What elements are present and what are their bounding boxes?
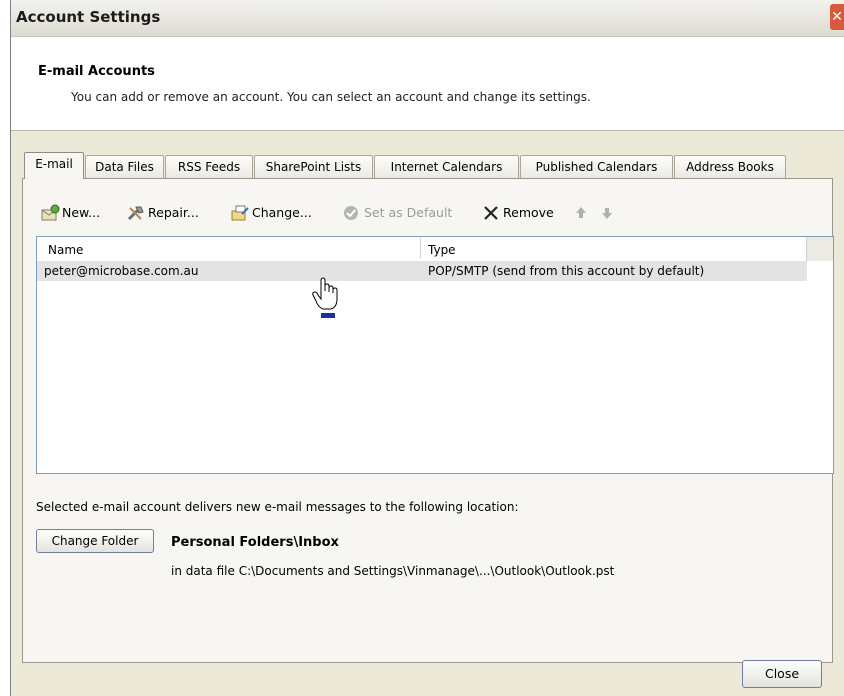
tab-address-books[interactable]: Address Books: [674, 155, 786, 178]
repair-icon: [127, 206, 144, 221]
new-label: New...: [62, 205, 101, 220]
tab-rss-feeds[interactable]: RSS Feeds: [165, 155, 253, 178]
account-type: POP/SMTP (send from this account by defa…: [428, 264, 705, 278]
window-title: Account Settings: [16, 8, 161, 26]
hand-cursor-icon: [312, 277, 338, 318]
repair-button[interactable]: Repair...: [126, 202, 218, 224]
folder-name: Personal Folders\Inbox: [171, 535, 339, 550]
tab-sharepoint-lists[interactable]: SharePoint Lists: [254, 155, 373, 178]
header-description: You can add or remove an account. You ca…: [71, 90, 591, 104]
remove-label: Remove: [503, 205, 554, 220]
move-up-icon: [576, 207, 586, 218]
move-up-button[interactable]: [574, 202, 588, 224]
set-as-default-label: Set as Default: [364, 205, 453, 220]
new-account-icon: [41, 204, 60, 221]
account-name: peter@microbase.com.au: [44, 264, 199, 278]
change-icon: [231, 205, 249, 221]
column-header-name[interactable]: Name: [48, 243, 83, 257]
column-divider[interactable]: [420, 238, 421, 258]
column-header-type[interactable]: Type: [428, 243, 456, 257]
delivery-location-label: Selected e-mail account delivers new e-m…: [36, 500, 519, 514]
header-title: E-mail Accounts: [38, 64, 155, 79]
close-button[interactable]: Close: [742, 660, 822, 688]
change-label: Change...: [252, 205, 312, 220]
tab-internet-calendars[interactable]: Internet Calendars: [374, 155, 519, 178]
change-button[interactable]: Change...: [230, 202, 330, 224]
set-default-icon: [344, 206, 358, 220]
data-file-path: in data file C:\Documents and Settings\V…: [171, 564, 615, 578]
tab-email[interactable]: E-mail: [24, 152, 84, 179]
new-button[interactable]: New...: [40, 202, 124, 224]
close-icon[interactable]: ✕: [830, 4, 844, 30]
change-folder-button[interactable]: Change Folder: [36, 529, 154, 553]
table-row[interactable]: peter@microbase.com.au POP/SMTP (send fr…: [37, 261, 807, 281]
accounts-list[interactable]: Name Type peter@microbase.com.au POP/SMT…: [36, 236, 834, 474]
move-down-button[interactable]: [600, 202, 614, 224]
remove-button[interactable]: Remove: [482, 202, 562, 224]
set-as-default-button[interactable]: Set as Default: [342, 202, 466, 224]
title-bar[interactable]: Account Settings ✕: [11, 0, 844, 37]
move-down-icon: [602, 208, 612, 219]
list-header: Name Type: [37, 237, 807, 262]
remove-icon: [484, 206, 498, 220]
repair-label: Repair...: [148, 205, 199, 220]
tab-data-files[interactable]: Data Files: [85, 155, 164, 178]
tab-published-calendars[interactable]: Published Calendars: [520, 155, 673, 178]
header-panel: E-mail Accounts You can add or remove an…: [11, 37, 844, 131]
list-header-filler: [806, 237, 833, 261]
